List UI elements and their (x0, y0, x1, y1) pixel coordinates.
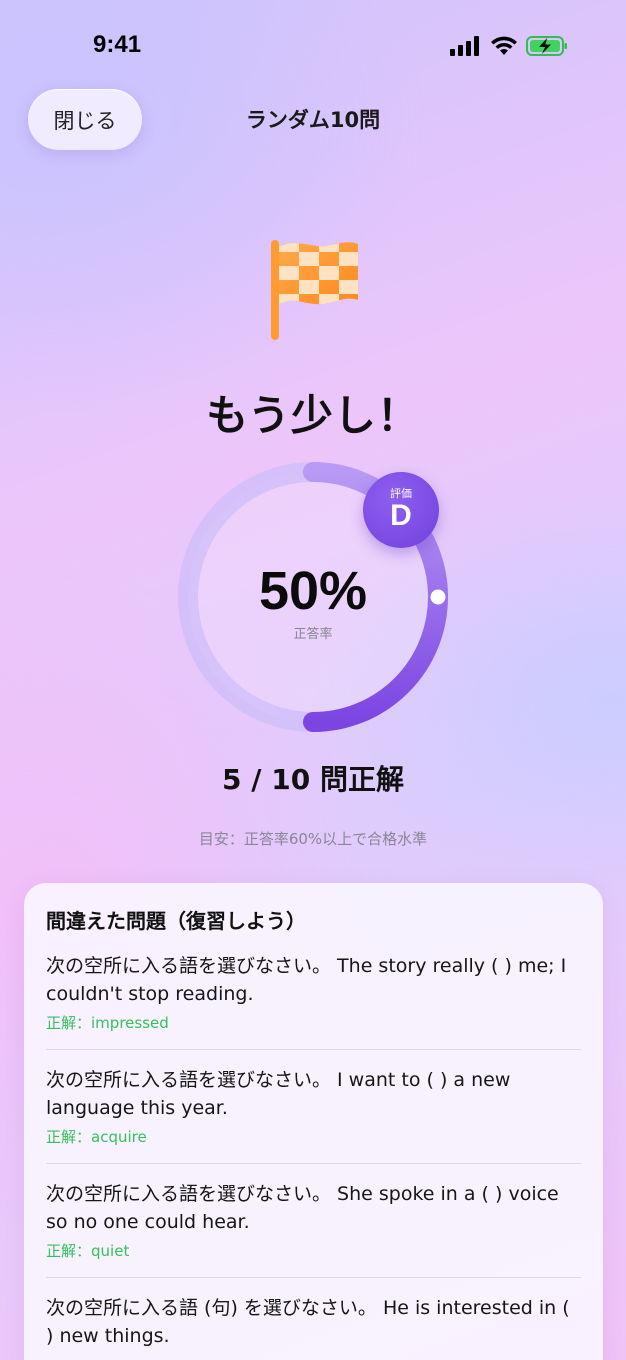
battery-charging-icon (526, 36, 567, 56)
grade-badge: 評価 D (363, 472, 439, 548)
mistake-question: 次の空所に入る語を選びなさい。 The story really ( ) me;… (46, 955, 567, 1005)
correct-answer-value: quiet (91, 1242, 130, 1260)
mistake-item[interactable]: 次の空所に入る語を選びなさい。 The story really ( ) me;… (46, 952, 581, 1050)
result-headline: もう少し！ (206, 391, 420, 440)
cellular-signal-icon (450, 36, 479, 56)
checkered-flag-icon (271, 240, 358, 340)
correct-answer: 正解：acquire (46, 1126, 581, 1147)
score-ring: 50% 正答率 評価 D (178, 462, 448, 732)
mistake-question: 次の空所に入る語を選びなさい。 I want to ( ) a new lang… (46, 1069, 511, 1119)
correct-answer: 正解：impressed (46, 1012, 581, 1033)
status-time: 9:41 (93, 31, 142, 58)
correct-answer-label: 正解： (46, 1242, 92, 1260)
correct-answer-label: 正解： (46, 1128, 92, 1146)
review-title: 間違えた問題（復習しよう） (46, 909, 306, 933)
score-percent: 50% (258, 561, 368, 621)
correct-answer-label: 正解： (46, 1014, 92, 1032)
correct-answer-value: impressed (91, 1014, 169, 1032)
status-icons (450, 35, 568, 57)
correct-answer-value: acquire (91, 1128, 147, 1146)
page-title: ランダム10問 (245, 108, 381, 132)
pass-guide: 目安：正答率60%以上で合格水準 (198, 830, 428, 848)
mistake-item[interactable]: 次の空所に入る語を選びなさい。 She spoke in a ( ) voice… (46, 1180, 581, 1278)
status-bar: 9:41 (0, 0, 626, 92)
correct-answer: 正解：quiet (46, 1240, 581, 1261)
score-percent-label: 正答率 (293, 627, 333, 642)
mistake-item[interactable]: 次の空所に入る語 (句) を選びなさい。 He is interested in… (46, 1294, 581, 1360)
review-card: 間違えた問題（復習しよう） 次の空所に入る語を選びなさい。 The story … (24, 883, 603, 1360)
wifi-icon (491, 36, 517, 55)
score-count: 5 / 10 問正解 (222, 763, 404, 796)
mistake-item[interactable]: 次の空所に入る語を選びなさい。 I want to ( ) a new lang… (46, 1066, 581, 1164)
mistake-question: 次の空所に入る語 (句) を選びなさい。 He is interested in… (46, 1297, 570, 1347)
mistake-question: 次の空所に入る語を選びなさい。 She spoke in a ( ) voice… (46, 1183, 559, 1233)
grade-value: D (390, 499, 412, 532)
